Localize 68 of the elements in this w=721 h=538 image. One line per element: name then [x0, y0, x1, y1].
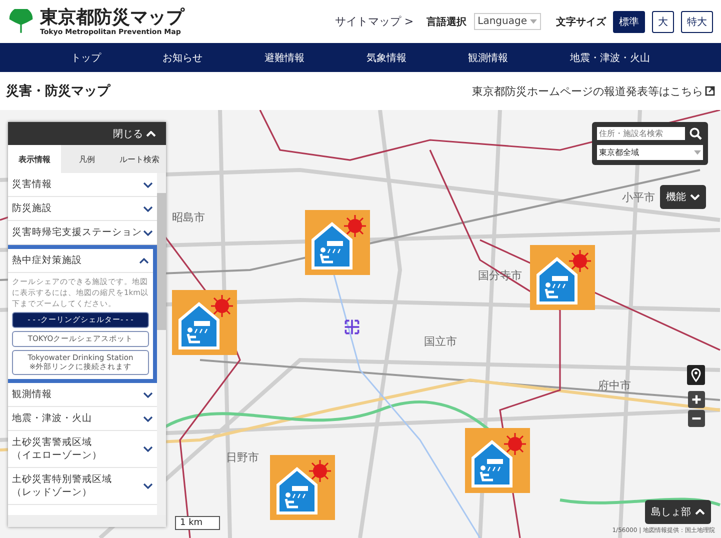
place-label: 国立市: [424, 334, 457, 349]
crosshair-icon: [343, 318, 361, 336]
chevron-down-icon: [143, 206, 153, 212]
caret-down-icon: [530, 19, 537, 24]
category-label-line: （イエローゾーン）: [12, 449, 102, 462]
function-button[interactable]: 機能: [660, 185, 706, 209]
chevron-down-icon: [143, 182, 153, 188]
category-item[interactable]: 土砂災害警戒区域 （イエローゾーン）: [8, 431, 157, 468]
islands-button[interactable]: 島しょ部: [645, 500, 711, 524]
caret-down-icon: [694, 150, 701, 155]
chevron-down-icon: [143, 416, 153, 422]
text-size-button[interactable]: 特大: [681, 10, 713, 32]
category-label-line: 土砂災害特別警戒区域: [12, 473, 112, 486]
search-icon[interactable]: [689, 127, 702, 140]
cooling-shelter-marker-icon[interactable]: [270, 455, 335, 520]
scrollbar[interactable]: [157, 173, 166, 515]
chevron-up-icon: [139, 258, 149, 264]
chevron-up-icon: [146, 130, 156, 136]
chevron-down-icon: [143, 230, 153, 236]
site-title: 東京都防災マップ: [40, 8, 184, 28]
chevron-down-icon: [690, 194, 700, 200]
cooling-shelter-marker-icon[interactable]: [305, 210, 370, 275]
external-link-icon: [705, 86, 715, 96]
close-panel-button[interactable]: 閉じる: [107, 126, 162, 142]
category-item[interactable]: 防災施設: [8, 197, 157, 221]
area-select[interactable]: 東京都全域: [597, 145, 703, 160]
category-label-line: 土砂災害警戒区域: [12, 436, 93, 449]
panel-tab[interactable]: ルート検索: [113, 145, 166, 173]
nav-item[interactable]: 気象情報: [366, 50, 406, 64]
location-pin-icon[interactable]: [687, 365, 705, 385]
chevron-down-icon: [143, 446, 153, 452]
zoom-out-icon[interactable]: [688, 410, 705, 427]
text-size-button[interactable]: 標準: [613, 10, 645, 32]
text-size-label: 文字サイズ: [556, 15, 606, 28]
nav-item[interactable]: 地震・津波・火山: [570, 50, 650, 64]
horizontal-scrollbar[interactable]: [8, 515, 166, 527]
nav-item[interactable]: 避難情報: [264, 50, 305, 64]
chevron-up-icon: [695, 509, 705, 515]
page-title: 災害・防災マップ: [6, 82, 110, 100]
language-select[interactable]: Language: [474, 13, 541, 30]
chevron-down-icon: [143, 392, 153, 398]
category-item[interactable]: 災害情報: [8, 173, 157, 197]
place-label: 府中市: [598, 378, 631, 393]
nav-item[interactable]: お知らせ: [162, 50, 203, 64]
nav-item[interactable]: 観測情報: [468, 50, 508, 64]
category-item[interactable]: 災害時帰宅支援ステーション: [8, 221, 157, 245]
category-item[interactable]: 地震・津波・火山: [8, 407, 157, 431]
nav-item[interactable]: トップ: [70, 50, 101, 64]
cooling-shelter-marker-icon[interactable]: [530, 245, 595, 310]
place-label: 小平市: [622, 190, 655, 205]
place-label: 昭島市: [172, 210, 205, 225]
category-item[interactable]: 土砂災害特別警戒区域 （レッドゾーン）: [8, 468, 157, 505]
zoom-in-icon[interactable]: [688, 391, 705, 408]
language-label: 言語選択: [426, 15, 467, 28]
ginkgo-logo-icon: [8, 8, 34, 34]
panel-tab[interactable]: 凡例: [60, 145, 114, 173]
cooling-shelter-marker-icon[interactable]: [465, 428, 530, 493]
press-release-link[interactable]: 東京都防災ホームページの報道発表等はこちら: [472, 84, 715, 98]
category-label-line: （レッドゾーン）: [12, 486, 93, 499]
text-size-button[interactable]: 大: [652, 10, 674, 32]
cooling-shelter-marker-icon[interactable]: [172, 290, 237, 355]
category-item[interactable]: 観測情報: [8, 383, 157, 407]
search-field[interactable]: 住所・施設名検索: [597, 127, 685, 140]
place-label: 日野市: [226, 450, 259, 465]
chevron-down-icon: [143, 483, 153, 489]
scale-bar: 1 km: [175, 516, 220, 530]
category-item[interactable]: 熱中症対策施設: [8, 249, 153, 273]
sitemap-link[interactable]: サイトマップ >: [334, 14, 414, 29]
